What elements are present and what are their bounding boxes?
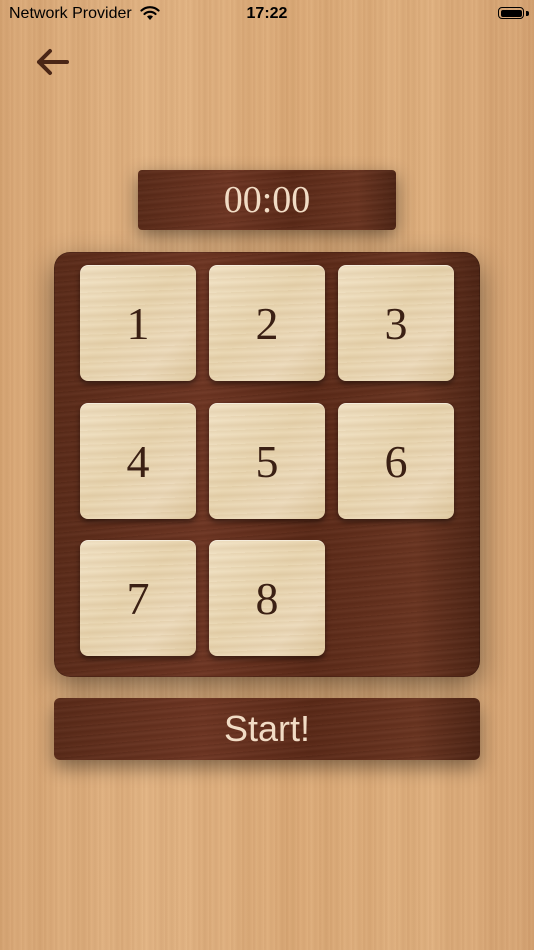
timer-value: 00:00	[223, 179, 311, 221]
puzzle-tile-2[interactable]: 2	[209, 265, 325, 381]
battery-icon	[498, 7, 524, 19]
tile-number: 8	[255, 572, 279, 624]
status-time: 17:22	[246, 5, 288, 22]
tile-number: 6	[384, 435, 408, 487]
arrow-left-icon	[34, 47, 70, 82]
puzzle-tile-4[interactable]: 4	[80, 403, 196, 519]
start-button-label: Start!	[223, 708, 311, 749]
puzzle-tile-3[interactable]: 3	[338, 265, 454, 381]
timer-display: 00:00	[138, 170, 396, 230]
puzzle-tile-1[interactable]: 1	[80, 265, 196, 381]
battery-cap	[526, 11, 529, 16]
tile-number: 3	[384, 297, 408, 349]
start-button[interactable]: Start!	[54, 698, 480, 760]
tile-number: 1	[126, 297, 150, 349]
puzzle-tile-7[interactable]: 7	[80, 540, 196, 656]
tile-number: 5	[255, 435, 279, 487]
puzzle-tile-6[interactable]: 6	[338, 403, 454, 519]
tile-number: 7	[126, 572, 150, 624]
puzzle-board: 1 2 3 4 5 6 7 8	[54, 252, 480, 677]
status-bar: Network Provider 17:22	[0, 0, 534, 30]
puzzle-tile-8[interactable]: 8	[209, 540, 325, 656]
tile-number: 4	[126, 435, 150, 487]
puzzle-tile-5[interactable]: 5	[209, 403, 325, 519]
tile-number: 2	[255, 297, 279, 349]
back-button[interactable]	[30, 44, 74, 84]
